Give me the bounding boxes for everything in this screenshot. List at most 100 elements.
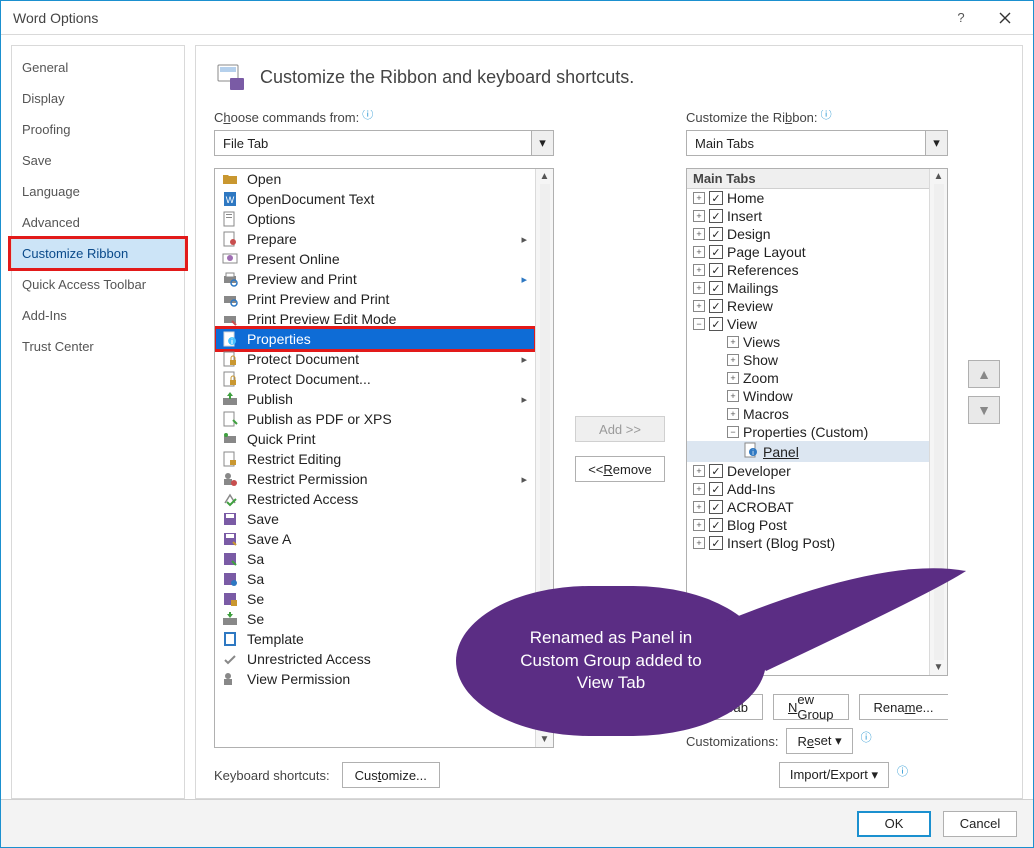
list-item[interactable]: Print Preview Edit Mode: [215, 309, 535, 329]
tree-group-item[interactable]: +Macros: [687, 405, 929, 423]
scrollbar[interactable]: ▲ ▼: [535, 169, 553, 747]
close-button[interactable]: [983, 3, 1027, 33]
sidebar-item-advanced[interactable]: Advanced: [12, 207, 184, 238]
list-item[interactable]: Publish▸: [215, 389, 535, 409]
checkbox[interactable]: [709, 500, 723, 514]
expand-icon[interactable]: +: [693, 501, 705, 513]
list-item[interactable]: Se: [215, 609, 535, 629]
expand-icon[interactable]: +: [727, 336, 739, 348]
list-item[interactable]: Save A: [215, 529, 535, 549]
move-down-button[interactable]: ▼: [968, 396, 1000, 424]
tree-tab-item[interactable]: +Mailings: [687, 279, 929, 297]
tree-tab-item[interactable]: +References: [687, 261, 929, 279]
remove-button[interactable]: << Remove: [575, 456, 665, 482]
checkbox[interactable]: [709, 482, 723, 496]
sidebar-item-proofing[interactable]: Proofing: [12, 114, 184, 145]
move-up-button[interactable]: ▲: [968, 360, 1000, 388]
list-item[interactable]: Restrict Permission▸: [215, 469, 535, 489]
tree-group-item[interactable]: +Zoom: [687, 369, 929, 387]
checkbox[interactable]: [709, 536, 723, 550]
checkbox[interactable]: [709, 191, 723, 205]
list-item[interactable]: Print Preview and Print: [215, 289, 535, 309]
customize-ribbon-dropdown[interactable]: Main Tabs ▾: [686, 130, 948, 156]
checkbox[interactable]: [709, 464, 723, 478]
ribbon-tree[interactable]: Main Tabs+Home+Insert+Design+Page Layout…: [686, 168, 948, 676]
list-item[interactable]: Preview and Print▸: [215, 269, 535, 289]
list-item[interactable]: Prepare▸: [215, 229, 535, 249]
checkbox[interactable]: [709, 209, 723, 223]
list-item[interactable]: Options: [215, 209, 535, 229]
list-item[interactable]: Se: [215, 589, 535, 609]
tree-tab-item[interactable]: +Home: [687, 189, 929, 207]
list-item[interactable]: Protect Document▸: [215, 349, 535, 369]
reset-button[interactable]: Reset ▾: [786, 728, 852, 754]
new-tab-button[interactable]: New Tab: [686, 694, 763, 720]
list-item[interactable]: Sa: [215, 569, 535, 589]
list-item[interactable]: Unrestricted Access: [215, 649, 535, 669]
add-button[interactable]: Add >>: [575, 416, 665, 442]
checkbox[interactable]: [709, 281, 723, 295]
tree-tab-item[interactable]: −View: [687, 315, 929, 333]
sidebar-item-general[interactable]: General: [12, 52, 184, 83]
expand-icon[interactable]: +: [693, 210, 705, 222]
sidebar-item-trust-center[interactable]: Trust Center: [12, 331, 184, 362]
tree-tab-item[interactable]: +Review: [687, 297, 929, 315]
expand-icon[interactable]: +: [693, 465, 705, 477]
commands-listbox[interactable]: OpenWOpenDocument TextOptionsPrepare▸Pre…: [214, 168, 554, 748]
expand-icon[interactable]: +: [693, 228, 705, 240]
sidebar-item-addins[interactable]: Add-Ins: [12, 300, 184, 331]
expand-icon[interactable]: +: [727, 354, 739, 366]
rename-button[interactable]: Rename...: [859, 694, 948, 720]
checkbox[interactable]: [709, 227, 723, 241]
sidebar-item-display[interactable]: Display: [12, 83, 184, 114]
sidebar-item-customize-ribbon[interactable]: Customize Ribbon: [12, 238, 184, 269]
list-item[interactable]: View Permission: [215, 669, 535, 689]
choose-commands-dropdown[interactable]: File Tab ▾: [214, 130, 554, 156]
expand-icon[interactable]: +: [693, 264, 705, 276]
customize-keyboard-button[interactable]: Customize...: [342, 762, 440, 788]
tree-tab-item[interactable]: +Insert (Blog Post): [687, 534, 929, 552]
tree-group-item[interactable]: −Properties (Custom): [687, 423, 929, 441]
expand-icon[interactable]: +: [693, 192, 705, 204]
scrollbar[interactable]: ▲ ▼: [929, 169, 947, 675]
list-item[interactable]: Sa: [215, 549, 535, 569]
expand-icon[interactable]: +: [693, 483, 705, 495]
sidebar-item-language[interactable]: Language: [12, 176, 184, 207]
collapse-icon[interactable]: −: [693, 318, 705, 330]
expand-icon[interactable]: +: [693, 300, 705, 312]
list-item[interactable]: Quick Print: [215, 429, 535, 449]
checkbox[interactable]: [709, 245, 723, 259]
list-item[interactable]: Publish as PDF or XPS: [215, 409, 535, 429]
expand-icon[interactable]: +: [693, 282, 705, 294]
list-item[interactable]: Present Online: [215, 249, 535, 269]
checkbox[interactable]: [709, 299, 723, 313]
list-item[interactable]: Template: [215, 629, 535, 649]
tree-tab-item[interactable]: +Add-Ins: [687, 480, 929, 498]
tree-tab-item[interactable]: +Page Layout: [687, 243, 929, 261]
cancel-button[interactable]: Cancel: [943, 811, 1017, 837]
list-item[interactable]: Protect Document...: [215, 369, 535, 389]
list-item[interactable]: WOpenDocument Text: [215, 189, 535, 209]
expand-icon[interactable]: +: [693, 537, 705, 549]
checkbox[interactable]: [709, 263, 723, 277]
sidebar-item-qat[interactable]: Quick Access Toolbar: [12, 269, 184, 300]
tree-command-item[interactable]: iPanel: [687, 441, 929, 462]
tree-tab-item[interactable]: +Blog Post: [687, 516, 929, 534]
tree-tab-item[interactable]: +Developer: [687, 462, 929, 480]
tree-tab-item[interactable]: +Design: [687, 225, 929, 243]
list-item[interactable]: iProperties: [215, 329, 535, 349]
tree-group-item[interactable]: +Views: [687, 333, 929, 351]
checkbox[interactable]: [709, 518, 723, 532]
expand-icon[interactable]: +: [693, 246, 705, 258]
list-item[interactable]: Open: [215, 169, 535, 189]
list-item[interactable]: Restricted Access: [215, 489, 535, 509]
tree-group-item[interactable]: +Window: [687, 387, 929, 405]
checkbox[interactable]: [709, 317, 723, 331]
ok-button[interactable]: OK: [857, 811, 931, 837]
expand-icon[interactable]: +: [693, 519, 705, 531]
tree-tab-item[interactable]: +ACROBAT: [687, 498, 929, 516]
tree-tab-item[interactable]: +Insert: [687, 207, 929, 225]
expand-icon[interactable]: +: [727, 390, 739, 402]
list-item[interactable]: Save: [215, 509, 535, 529]
list-item[interactable]: Restrict Editing: [215, 449, 535, 469]
